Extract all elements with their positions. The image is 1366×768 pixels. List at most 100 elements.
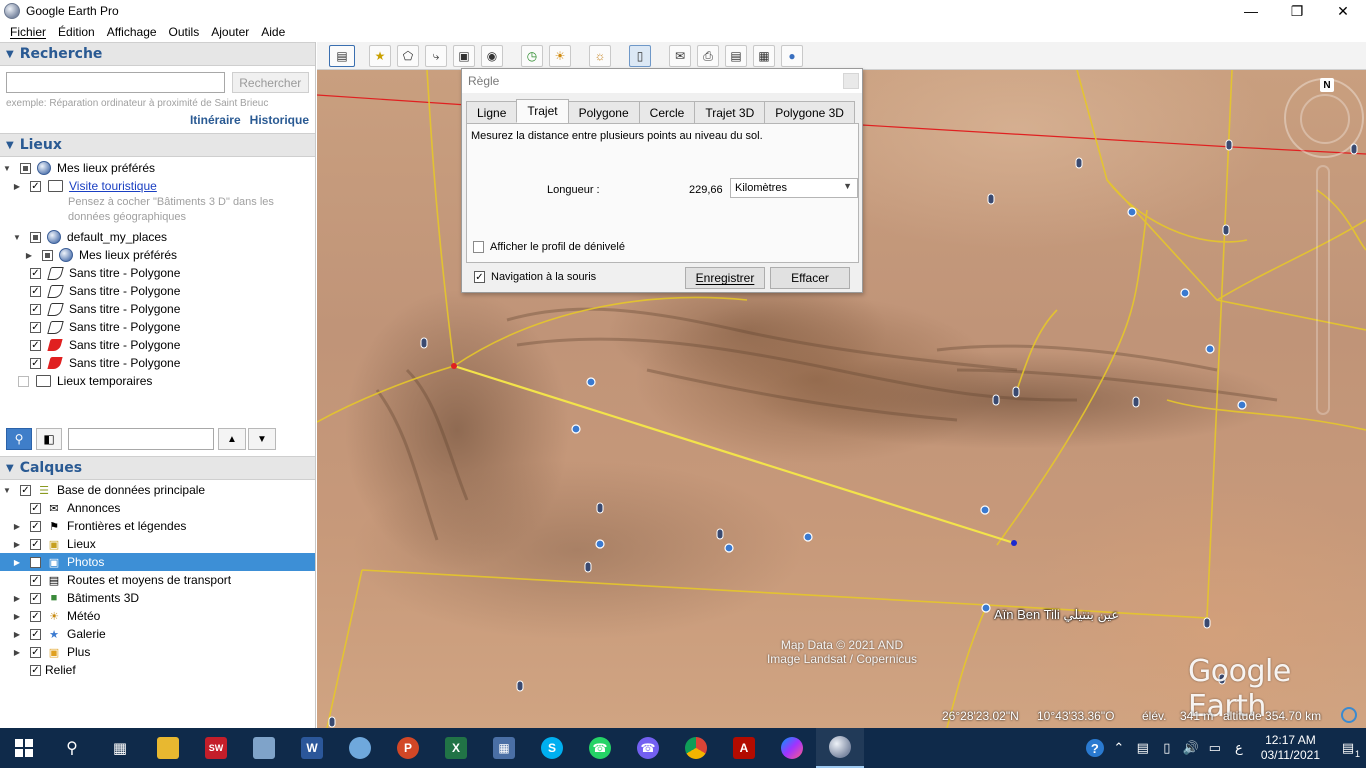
mouse-navigation-checkbox[interactable]: ✓	[474, 271, 485, 283]
zoom-slider[interactable]	[1316, 165, 1330, 415]
add-path-icon[interactable]: ⤷	[425, 45, 447, 67]
paint-app[interactable]	[336, 728, 384, 768]
volume-icon[interactable]: 🔊	[1179, 728, 1203, 768]
layer-item[interactable]: ▼ ✓ ☰ Base de données principale	[0, 481, 315, 499]
checkbox[interactable]: ✓	[30, 520, 41, 532]
checkbox[interactable]: ✓	[30, 285, 41, 297]
checkbox[interactable]: ✓	[30, 303, 41, 315]
expand-icon[interactable]: ▶	[12, 648, 22, 657]
file-explorer-app[interactable]	[144, 728, 192, 768]
tree-item[interactable]: ✓ Sans titre - Polygone	[0, 336, 315, 354]
task-view-button[interactable]: ▦	[96, 728, 144, 768]
toggle-panel-button[interactable]: ◧	[36, 428, 62, 450]
search-taskbar-button[interactable]: ⚲	[48, 728, 96, 768]
unit-select[interactable]: Kilomètres ▼	[730, 178, 858, 198]
checkbox[interactable]: ✓	[30, 538, 41, 550]
expand-icon[interactable]: ▶	[24, 251, 34, 260]
google-earth-app[interactable]	[816, 728, 864, 768]
checkbox[interactable]: ✓	[30, 592, 41, 604]
checkbox[interactable]	[18, 375, 29, 387]
move-down-button[interactable]: ▼	[248, 428, 276, 450]
chevron-up-icon[interactable]: ⌃	[1107, 728, 1131, 768]
elevation-profile-checkbox[interactable]	[473, 241, 484, 253]
record-tour-icon[interactable]: ◉	[481, 45, 503, 67]
expand-icon[interactable]: ▶	[12, 594, 22, 603]
tab-3d-path[interactable]: Trajet 3D	[694, 101, 766, 123]
search-places-button[interactable]: ⚲	[6, 428, 32, 450]
tree-item[interactable]: ✓ Sans titre - Polygone	[0, 264, 315, 282]
expand-icon[interactable]: ▶	[12, 630, 22, 639]
compass-north[interactable]: N	[1320, 78, 1334, 92]
menu-file[interactable]: Fichier	[4, 25, 52, 39]
menu-edit[interactable]: Édition	[52, 25, 101, 39]
checkbox[interactable]: ✓	[30, 646, 41, 658]
tree-item[interactable]: ✓ Sans titre - Polygone	[0, 318, 315, 336]
skype-app[interactable]: S	[528, 728, 576, 768]
print-icon[interactable]: ⎙	[697, 45, 719, 67]
minimize-button[interactable]: —	[1228, 0, 1274, 22]
compass-control[interactable]: N	[1284, 78, 1364, 158]
menu-add[interactable]: Ajouter	[205, 25, 255, 39]
checkbox[interactable]: ✓	[30, 556, 41, 568]
layer-item[interactable]: ✓ ✉ Annonces	[0, 499, 315, 517]
layer-item[interactable]: ▶ ✓ ▣ Plus	[0, 643, 315, 661]
help-icon[interactable]: ?	[1083, 728, 1107, 768]
add-overlay-icon[interactable]: ▣	[453, 45, 475, 67]
layer-item[interactable]: ▶ ✓ ▣ Lieux	[0, 535, 315, 553]
monitor-icon[interactable]: ▭	[1203, 728, 1227, 768]
battery-icon[interactable]: ▯	[1155, 728, 1179, 768]
start-button[interactable]	[0, 728, 48, 768]
expand-icon[interactable]: ▶	[12, 558, 22, 567]
ruler-icon[interactable]: ▯	[629, 45, 651, 67]
tree-item[interactable]: ✓ Sans titre - Polygone	[0, 354, 315, 372]
tab-path[interactable]: Trajet	[516, 99, 569, 123]
mouse-navigation-option[interactable]: ✓ Navigation à la souris	[474, 271, 596, 283]
expand-icon[interactable]: ▼	[12, 233, 22, 242]
calculator-app[interactable]: ▦	[480, 728, 528, 768]
layer-item[interactable]: ▶ ✓ ■ Bâtiments 3D	[0, 589, 315, 607]
tree-item[interactable]: ▼ Mes lieux préférés	[0, 159, 315, 177]
places-filter-input[interactable]	[68, 428, 214, 450]
expand-icon[interactable]: ▶	[12, 540, 22, 549]
layer-item[interactable]: ▶ ✓ ★ Galerie	[0, 625, 315, 643]
menu-tools[interactable]: Outils	[163, 25, 206, 39]
acrobat-app[interactable]: A	[720, 728, 768, 768]
excel-app[interactable]: X	[432, 728, 480, 768]
checkbox[interactable]	[30, 231, 41, 243]
save-button[interactable]: Enregistrer	[685, 267, 765, 289]
save-image-icon[interactable]: ▤	[725, 45, 747, 67]
layer-item[interactable]: ▶ ✓ ☀ Météo	[0, 607, 315, 625]
search-panel-header[interactable]: ▼ Recherche	[0, 42, 315, 66]
history-link[interactable]: Historique	[250, 113, 309, 127]
layer-item[interactable]: ▶ ✓ ⚑ Frontières et légendes	[0, 517, 315, 535]
menu-view[interactable]: Affichage	[101, 25, 163, 39]
checkbox[interactable]: ✓	[30, 574, 41, 586]
add-polygon-icon[interactable]: ⬠	[397, 45, 419, 67]
layer-item[interactable]: ✓ ▤ Routes et moyens de transport	[0, 571, 315, 589]
dialog-close-button[interactable]	[843, 73, 859, 89]
earth-icon[interactable]: ●	[781, 45, 803, 67]
email-icon[interactable]: ✉	[669, 45, 691, 67]
expand-icon[interactable]: ▼	[2, 164, 12, 173]
whatsapp-app[interactable]: ☎	[576, 728, 624, 768]
search-button[interactable]: Rechercher	[231, 72, 309, 93]
historical-imagery-icon[interactable]: ◷	[521, 45, 543, 67]
checkbox[interactable]: ✓	[30, 502, 41, 514]
checkbox[interactable]: ✓	[30, 357, 41, 369]
tab-circle[interactable]: Cercle	[638, 101, 696, 123]
messenger-app[interactable]	[768, 728, 816, 768]
directions-link[interactable]: Itinéraire	[190, 113, 241, 127]
checkbox[interactable]	[20, 162, 31, 174]
menu-help[interactable]: Aide	[255, 25, 291, 39]
tree-item[interactable]: ✓ Sans titre - Polygone	[0, 282, 315, 300]
tree-item[interactable]: ▶ ✓ Visite touristique	[0, 177, 315, 195]
checkbox[interactable]: ✓	[30, 321, 41, 333]
clock[interactable]: 12:17 AM 03/11/2021	[1251, 733, 1330, 763]
places-panel-header[interactable]: ▼ Lieux	[0, 133, 315, 157]
checkbox[interactable]: ✓	[30, 339, 41, 351]
move-up-button[interactable]: ▲	[218, 428, 246, 450]
notifications-icon[interactable]: ▤ 1	[1330, 728, 1366, 768]
control-panel-app[interactable]	[240, 728, 288, 768]
input-language[interactable]: ع	[1227, 728, 1251, 768]
tab-3d-polygon[interactable]: Polygone 3D	[764, 101, 855, 123]
